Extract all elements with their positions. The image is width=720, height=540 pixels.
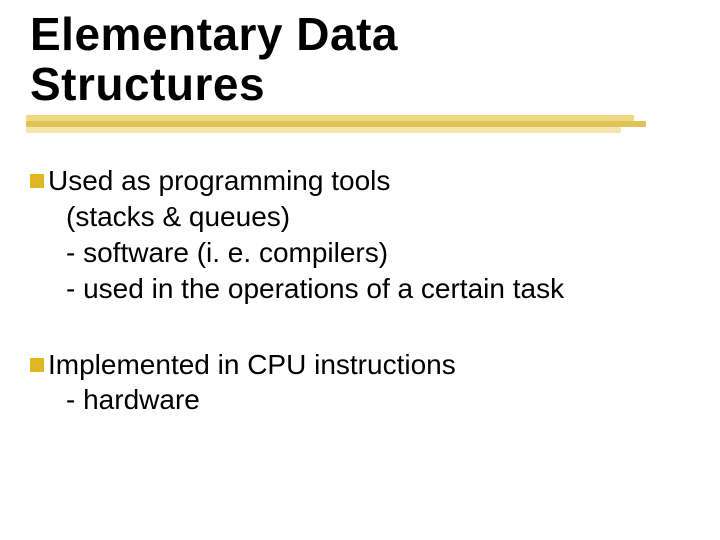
bullet-sub-line: - hardware bbox=[66, 382, 690, 418]
bullet-text: Implemented in CPU instructions bbox=[48, 347, 690, 383]
bullet-sub-line: - software (i. e. compilers) bbox=[66, 235, 690, 271]
bullet-square-icon bbox=[30, 358, 44, 372]
slide-title: Elementary Data Structures bbox=[30, 10, 690, 109]
bullet-text: Used as programming tools bbox=[48, 163, 690, 199]
bullet-first-line: Used as programming tools bbox=[30, 163, 690, 199]
bullet-sub-line: - used in the operations of a certain ta… bbox=[66, 271, 690, 307]
title-underline bbox=[26, 115, 646, 135]
slide: Elementary Data Structures Used as progr… bbox=[0, 0, 720, 540]
bullet-block: Implemented in CPU instructions - hardwa… bbox=[30, 347, 690, 419]
bullet-block: Used as programming tools (stacks & queu… bbox=[30, 163, 690, 306]
bullet-first-line: Implemented in CPU instructions bbox=[30, 347, 690, 383]
title-line-2: Structures bbox=[30, 58, 265, 110]
bullet-square-icon bbox=[30, 174, 44, 188]
title-line-1: Elementary Data bbox=[30, 8, 398, 60]
slide-body: Used as programming tools (stacks & queu… bbox=[30, 163, 690, 418]
bullet-sub-line: (stacks & queues) bbox=[66, 199, 690, 235]
